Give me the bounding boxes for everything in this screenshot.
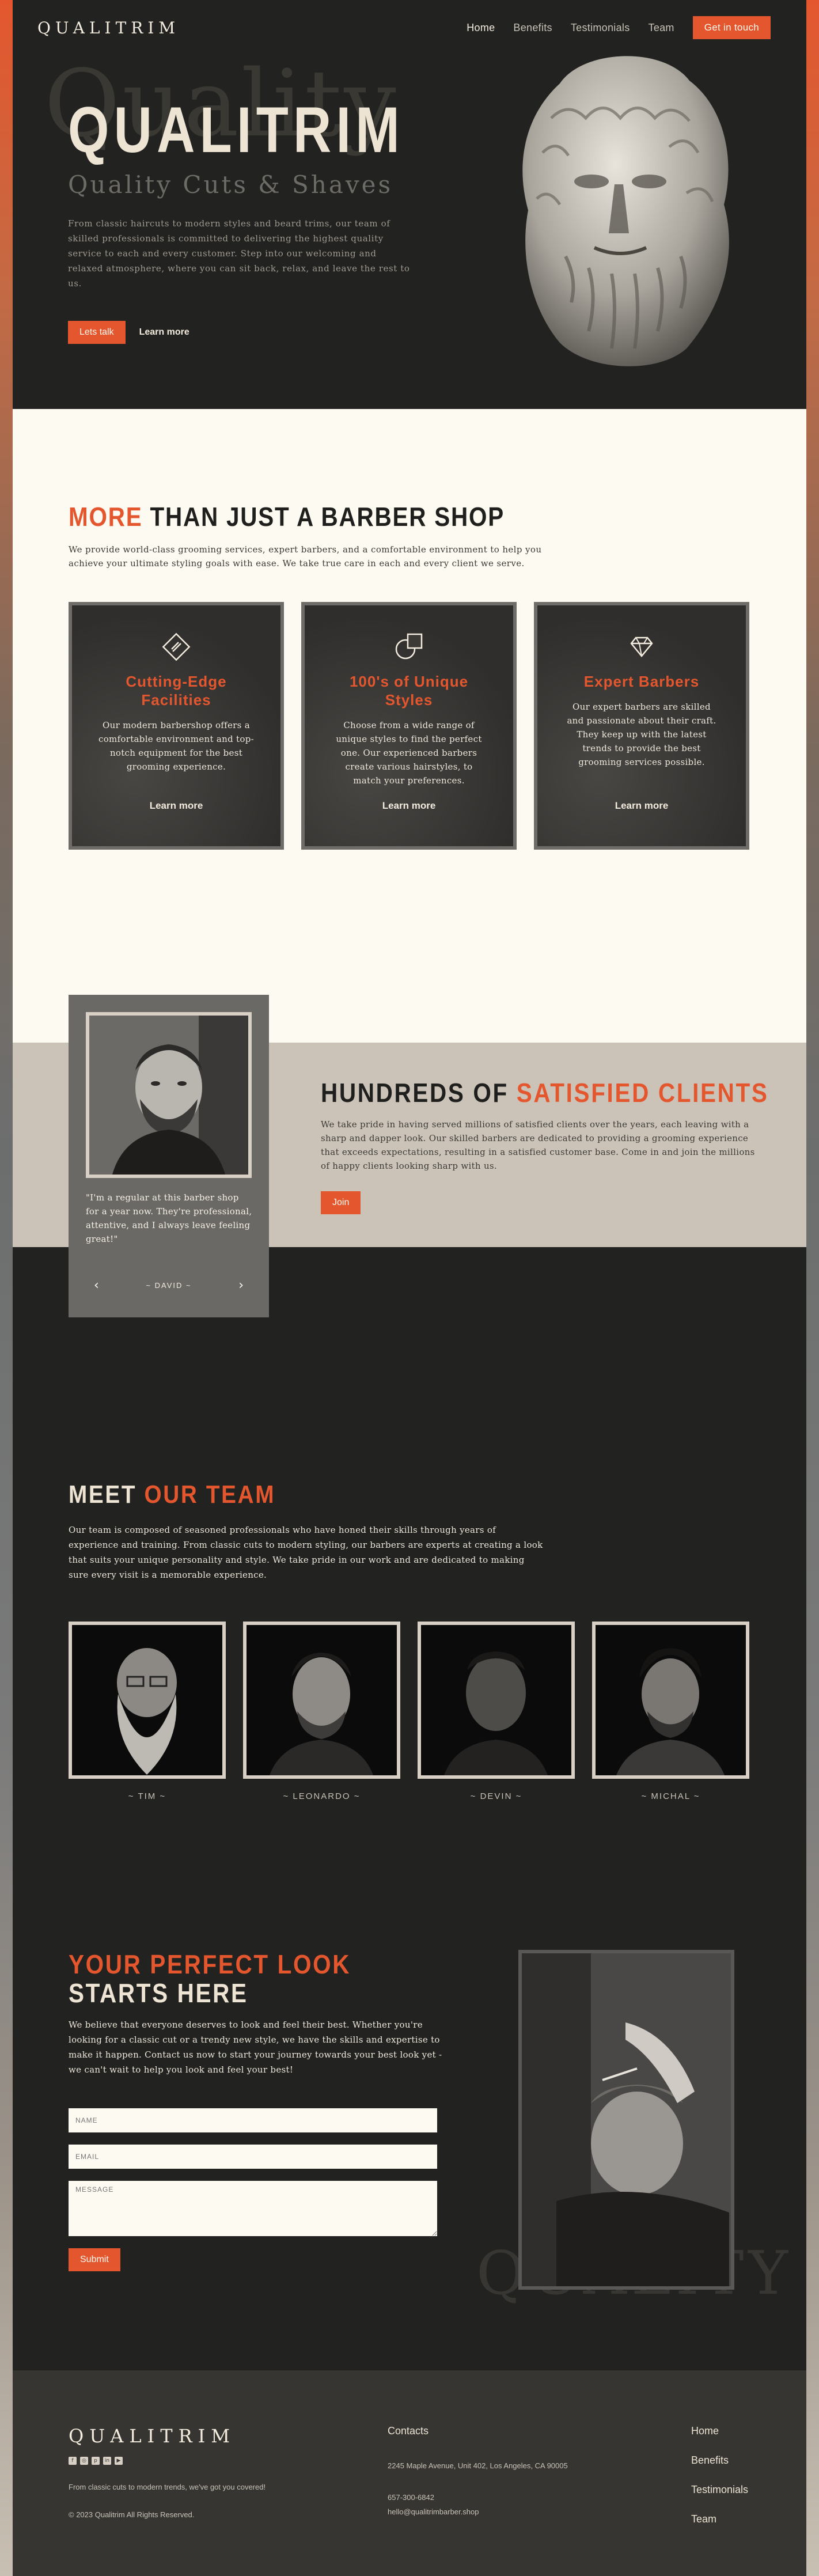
- testimonial-card: "I'm a regular at this barber shop for a…: [69, 995, 269, 1317]
- testimonials-description: We take pride in having served millions …: [321, 1119, 755, 1171]
- member-photo: [243, 1622, 400, 1779]
- contacts-heading: Contacts: [388, 2425, 429, 2437]
- contact-title-rest: STARTS HERE: [69, 1978, 248, 2008]
- member-photo: [69, 1622, 226, 1779]
- team-members: ~ TIM ~ ~ LEONARDO ~ ~ DEVIN ~ ~ MICHAL …: [69, 1622, 749, 1801]
- team-member-leonardo[interactable]: ~ LEONARDO ~: [243, 1622, 400, 1801]
- testimonials-title: HUNDREDS OF SATISFIED CLIENTS: [321, 1077, 768, 1108]
- testimonial-author: ~ DAVID ~: [146, 1281, 192, 1290]
- hero-title: QUALITRIM: [68, 94, 404, 166]
- team-member-tim[interactable]: ~ TIM ~: [69, 1622, 226, 1801]
- learn-more-button[interactable]: Learn more: [139, 327, 189, 338]
- member-photo: [418, 1622, 575, 1779]
- footer-logo[interactable]: QUALITRIM: [69, 2425, 236, 2447]
- nav-home[interactable]: Home: [467, 22, 495, 34]
- feature-card-learn-more[interactable]: Learn more: [72, 800, 280, 812]
- nav-benefits[interactable]: Benefits: [513, 22, 552, 34]
- contact-description: We believe that everyone deserves to loo…: [69, 2020, 442, 2075]
- pinterest-icon[interactable]: p: [92, 2457, 100, 2465]
- testimonial-nav: ‹ ~ DAVID ~ ›: [69, 1278, 269, 1293]
- feature-card-text: Choose from a wide range of unique style…: [336, 720, 482, 786]
- member-name: ~ TIM ~: [128, 1791, 166, 1801]
- member-name: ~ DEVIN ~: [470, 1791, 522, 1801]
- about-title: MORE THAN JUST A BARBER SHOP: [69, 501, 505, 532]
- hero-buttons: Lets talk Learn more: [68, 321, 189, 344]
- header-logo[interactable]: QUALITRIM: [37, 18, 180, 37]
- member-name: ~ MICHAL ~: [641, 1791, 700, 1801]
- team-title-rest: MEET: [69, 1480, 145, 1509]
- social-links: f ◎ p in ▶: [69, 2457, 123, 2465]
- footer: QUALITRIM f ◎ p in ▶ From classic cuts t…: [13, 2370, 806, 2576]
- contact-title-accent: YOUR PERFECT LOOK: [69, 1949, 351, 1979]
- footer-link-testimonials[interactable]: Testimonials: [691, 2484, 748, 2496]
- facebook-icon[interactable]: f: [69, 2457, 77, 2465]
- team-title: MEET OUR TEAM: [69, 1480, 275, 1509]
- footer-phone[interactable]: 657-300-6842: [388, 2493, 434, 2502]
- hero-subtitle: Quality Cuts & Shaves: [68, 171, 393, 199]
- name-field[interactable]: [69, 2108, 437, 2132]
- footer-copyright: © 2023 Qualitrim All Rights Reserved.: [69, 2510, 195, 2519]
- feature-card-facilities: Cutting-Edge Facilities Our modern barbe…: [69, 602, 284, 850]
- hero-section: QUALITRIM Home Benefits Testimonials Tea…: [13, 0, 806, 409]
- about-section: MORE THAN JUST A BARBER SHOP We provide …: [13, 409, 806, 1043]
- feature-card-learn-more[interactable]: Learn more: [537, 800, 746, 812]
- message-field[interactable]: [69, 2181, 437, 2236]
- instagram-icon[interactable]: ◎: [80, 2457, 88, 2465]
- team-section: MEET OUR TEAM Our team is composed of se…: [13, 1247, 806, 1956]
- chevron-left-icon[interactable]: ‹: [94, 1278, 99, 1293]
- style-shapes-icon: [395, 633, 423, 660]
- about-title-rest: THAN JUST A BARBER SHOP: [142, 502, 505, 532]
- main-nav: Home Benefits Testimonials Team Get in t…: [467, 16, 771, 39]
- client-photo: [86, 1012, 252, 1178]
- page-frame: QUALITRIM Home Benefits Testimonials Tea…: [13, 0, 806, 2576]
- member-name: ~ LEONARDO ~: [283, 1791, 361, 1801]
- feature-card-styles: 100's of Unique Styles Choose from a wid…: [301, 602, 517, 850]
- about-title-accent: MORE: [69, 502, 143, 532]
- team-member-devin[interactable]: ~ DEVIN ~: [418, 1622, 575, 1801]
- get-in-touch-button[interactable]: Get in touch: [692, 16, 771, 39]
- member-photo: [592, 1622, 749, 1779]
- about-description: We provide world-class grooming services…: [69, 544, 542, 569]
- diamond-icon: [630, 637, 653, 657]
- barber-at-work-photo: [518, 1950, 734, 2290]
- email-field[interactable]: [69, 2145, 437, 2169]
- statue-bust-image: [522, 56, 729, 366]
- testimonial-quote: "I'm a regular at this barber shop for a…: [86, 1192, 252, 1244]
- footer-link-benefits[interactable]: Benefits: [691, 2454, 748, 2467]
- footer-email[interactable]: hello@qualitrimbarber.shop: [388, 2507, 479, 2516]
- feature-card-text: Our expert barbers are skilled and passi…: [567, 702, 716, 767]
- contact-title: YOUR PERFECT LOOK STARTS HERE: [69, 1950, 434, 2007]
- nav-team[interactable]: Team: [649, 22, 674, 34]
- chevron-right-icon[interactable]: ›: [238, 1278, 244, 1293]
- footer-tagline: From classic cuts to modern trends, we'v…: [69, 2483, 266, 2491]
- feature-card-learn-more[interactable]: Learn more: [305, 800, 513, 812]
- footer-address: 2245 Maple Avenue, Unit 402, Los Angeles…: [388, 2461, 568, 2470]
- feature-cards: Cutting-Edge Facilities Our modern barbe…: [69, 602, 749, 850]
- submit-button[interactable]: Submit: [69, 2248, 120, 2271]
- footer-link-home[interactable]: Home: [691, 2425, 748, 2437]
- nav-testimonials[interactable]: Testimonials: [571, 22, 630, 34]
- feature-card-title: Cutting-Edge Facilities: [126, 673, 227, 709]
- feature-card-title: Expert Barbers: [583, 673, 700, 690]
- team-title-accent: OUR TEAM: [144, 1480, 276, 1509]
- feature-card-barbers: Expert Barbers Our expert barbers are sk…: [534, 602, 749, 850]
- youtube-icon[interactable]: ▶: [115, 2457, 123, 2465]
- footer-link-team[interactable]: Team: [691, 2513, 748, 2525]
- team-member-michal[interactable]: ~ MICHAL ~: [592, 1622, 749, 1801]
- join-button[interactable]: Join: [321, 1191, 361, 1214]
- comb-diamond-icon: [162, 632, 191, 661]
- contact-section: QUALITY YOUR PERFECT LOOK STARTS HERE We…: [13, 1933, 806, 2370]
- testimonials-title-rest: HUNDREDS OF: [321, 1078, 517, 1108]
- feature-card-title: 100's of Unique Styles: [349, 673, 469, 709]
- hero-description: From classic haircuts to modern styles a…: [68, 218, 410, 289]
- testimonials-title-accent: SATISFIED CLIENTS: [516, 1078, 769, 1108]
- footer-nav: Home Benefits Testimonials Team: [691, 2425, 748, 2525]
- team-description: Our team is composed of seasoned profess…: [69, 1525, 543, 1580]
- feature-card-text: Our modern barbershop offers a comfortab…: [98, 720, 254, 772]
- lets-talk-button[interactable]: Lets talk: [68, 321, 126, 344]
- linkedin-icon[interactable]: in: [103, 2457, 111, 2465]
